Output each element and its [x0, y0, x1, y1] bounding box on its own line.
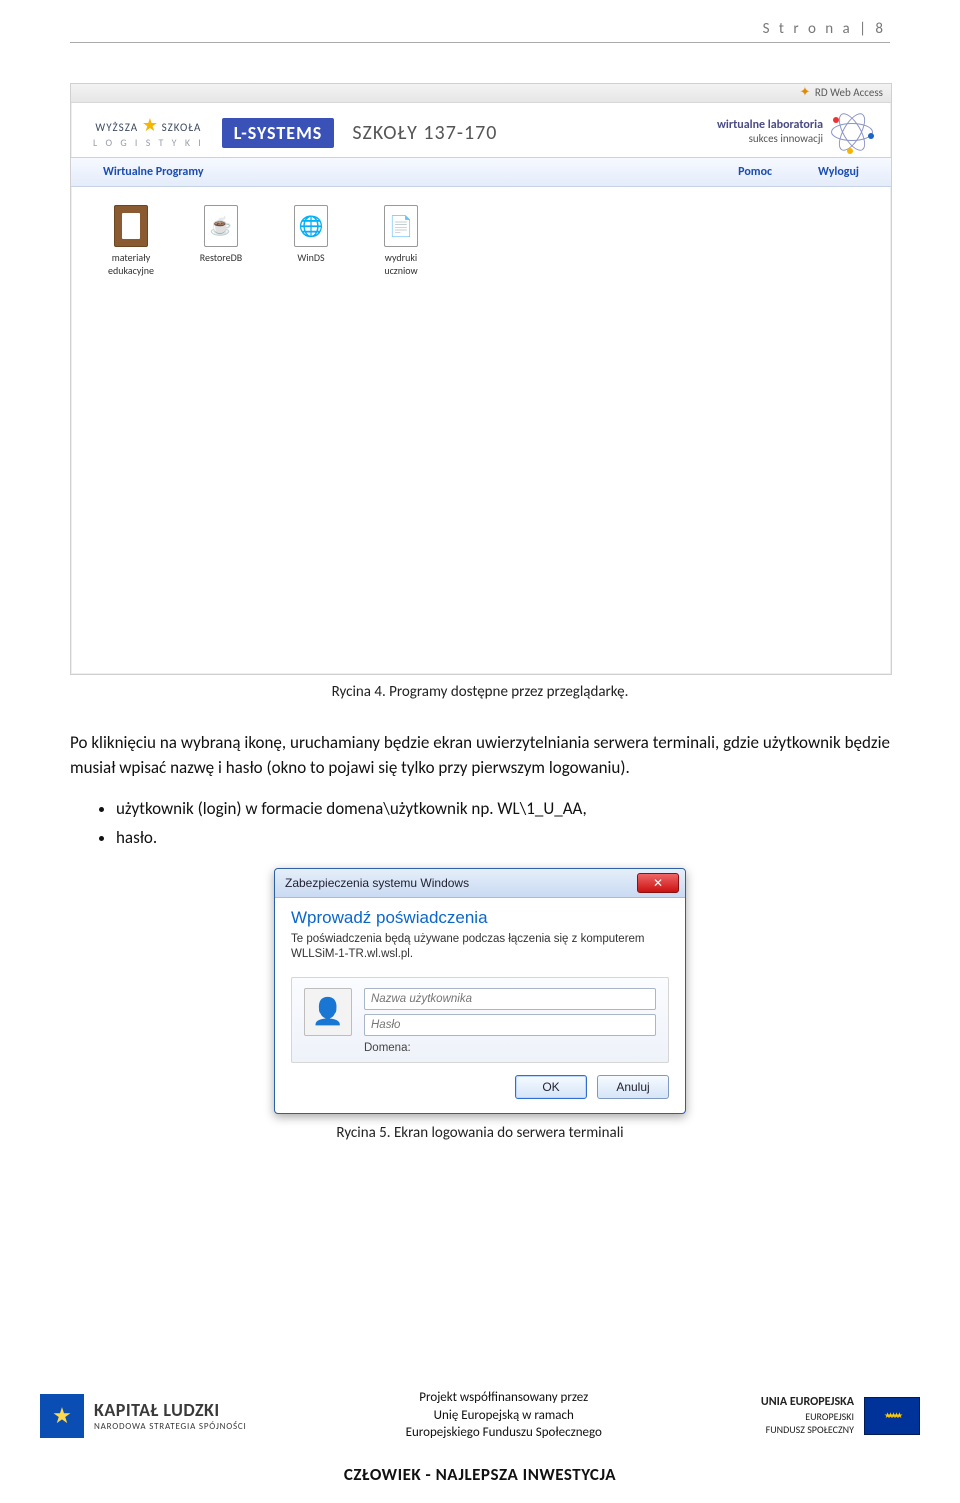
kl-subtitle: NARODOWA STRATEGIA SPÓJNOŚCI: [94, 1421, 247, 1432]
kapital-ludzki-logo: ★ KAPITAŁ LUDZKI NARODOWA STRATEGIA SPÓJ…: [40, 1394, 247, 1438]
app-clipboard[interactable]: materiały edukacyjne: [101, 205, 161, 277]
app-label: RestoreDB: [191, 251, 251, 264]
globe-icon: [294, 205, 328, 247]
page-footer: ★ KAPITAŁ LUDZKI NARODOWA STRATEGIA SPÓJ…: [0, 1389, 960, 1485]
close-icon: ✕: [653, 876, 663, 890]
bullet-login-format: użytkownik (login) w formacie domena\uży…: [116, 797, 890, 822]
credentials-panel: 👤 Domena:: [291, 977, 669, 1063]
kl-title: KAPITAŁ LUDZKI: [94, 1399, 247, 1421]
funding-line1: Projekt współfinansowany przez: [419, 1390, 588, 1405]
rd-nav-bar: Wirtualne Programy Pomoc Wyloguj: [71, 157, 891, 187]
wlab-line2: sukces innowacji: [717, 132, 823, 145]
domain-label: Domena:: [364, 1040, 656, 1054]
dialog-heading: Wprowadź poświadczenia: [291, 908, 669, 928]
rd-web-access-screenshot: ✦ RD Web Access WYŻSZA ★ SZKOŁA L O G I …: [70, 83, 892, 675]
app-label: materiały edukacyjne: [101, 251, 161, 277]
funding-line3: Europejskiego Funduszu Społecznego: [406, 1425, 602, 1440]
rd-apps-list: materiały edukacyjne RestoreDB WinDS wydruk…: [71, 187, 891, 295]
username-input[interactable]: [364, 988, 656, 1010]
rd-window-titlebar: ✦ RD Web Access: [71, 84, 891, 103]
rd-link-icon: ✦: [799, 85, 810, 100]
atom-icon: [831, 111, 873, 153]
kl-star-icon: ★: [40, 1394, 84, 1438]
schools-range-label: SZKOŁY 137-170: [352, 121, 497, 145]
funding-line2: Unię Europejską w ramach: [434, 1408, 574, 1423]
funding-statement: Projekt współfinansowany przez Unię Euro…: [406, 1389, 602, 1442]
page-header: S t r o n a | 8: [70, 20, 890, 38]
user-avatar-icon: 👤: [304, 988, 352, 1036]
nav-logout-link[interactable]: Wyloguj: [808, 165, 869, 179]
dialog-titlebar: Zabezpieczenia systemu Windows ✕: [275, 869, 685, 898]
eu-flag-icon: ★ ★ ★ ★ ★: [864, 1397, 920, 1435]
virtual-labs-logo: wirtualne laboratoria sukces innowacji: [717, 111, 873, 153]
figure5-caption: Rycina 5. Ekran logowania do serwera ter…: [70, 1124, 890, 1142]
app-label: WinDS: [281, 251, 341, 264]
header-rule: [70, 42, 890, 43]
dialog-subtext: Te poświadczenia będą używane podczas łą…: [291, 932, 669, 963]
close-button[interactable]: ✕: [637, 873, 679, 893]
lsystems-badge: L-SYSTEMS: [222, 118, 335, 148]
windows-security-dialog: Zabezpieczenia systemu Windows ✕ Wprowad…: [274, 868, 686, 1114]
rd-branding-row: WYŻSZA ★ SZKOŁA L O G I S T Y K I L-SYST…: [71, 103, 891, 157]
cancel-button[interactable]: Anuluj: [597, 1075, 669, 1099]
body-paragraph: Po kliknięciu na wybraną ikonę, uruchami…: [70, 731, 890, 780]
dialog-title-text: Zabezpieczenia systemu Windows: [285, 876, 469, 890]
bullet-password: hasło.: [116, 826, 890, 851]
rd-web-access-link[interactable]: ✦ RD Web Access: [799, 85, 883, 100]
eu-line3: FUNDUSZ SPOŁECZNY: [761, 1423, 854, 1436]
java-icon: [204, 205, 238, 247]
wlab-line1: wirtualne laboratoria: [717, 119, 823, 132]
app-label: wydruki uczniow: [371, 251, 431, 277]
wsl-logo-bottom: L O G I S T Y K I: [93, 136, 204, 149]
app-doc[interactable]: wydruki uczniow: [371, 205, 431, 277]
eu-logo-block: UNIA EUROPEJSKA EUROPEJSKI FUNDUSZ SPOŁE…: [761, 1395, 920, 1437]
bullet-list: użytkownik (login) w formacie domena\uży…: [70, 797, 890, 850]
ok-button[interactable]: OK: [515, 1075, 587, 1099]
clipboard-icon: [114, 205, 148, 247]
nav-help-link[interactable]: Pomoc: [728, 165, 782, 179]
app-java[interactable]: RestoreDB: [191, 205, 251, 264]
footer-slogan: CZŁOWIEK - NAJLEPSZA INWESTYCJA: [40, 1464, 920, 1485]
eu-line2: EUROPEJSKI: [761, 1410, 854, 1423]
figure4-caption: Rycina 4. Programy dostępne przez przegl…: [70, 683, 890, 701]
wsl-logo-top: WYŻSZA ★ SZKOŁA: [95, 117, 201, 136]
app-globe[interactable]: WinDS: [281, 205, 341, 264]
wsl-logo: WYŻSZA ★ SZKOŁA L O G I S T Y K I: [93, 117, 204, 149]
nav-tab-virtual-programs[interactable]: Wirtualne Programy: [93, 165, 214, 179]
rd-link-text: RD Web Access: [815, 86, 883, 99]
password-input[interactable]: [364, 1014, 656, 1036]
doc-icon: [384, 205, 418, 247]
eu-title: UNIA EUROPEJSKA: [761, 1395, 854, 1411]
